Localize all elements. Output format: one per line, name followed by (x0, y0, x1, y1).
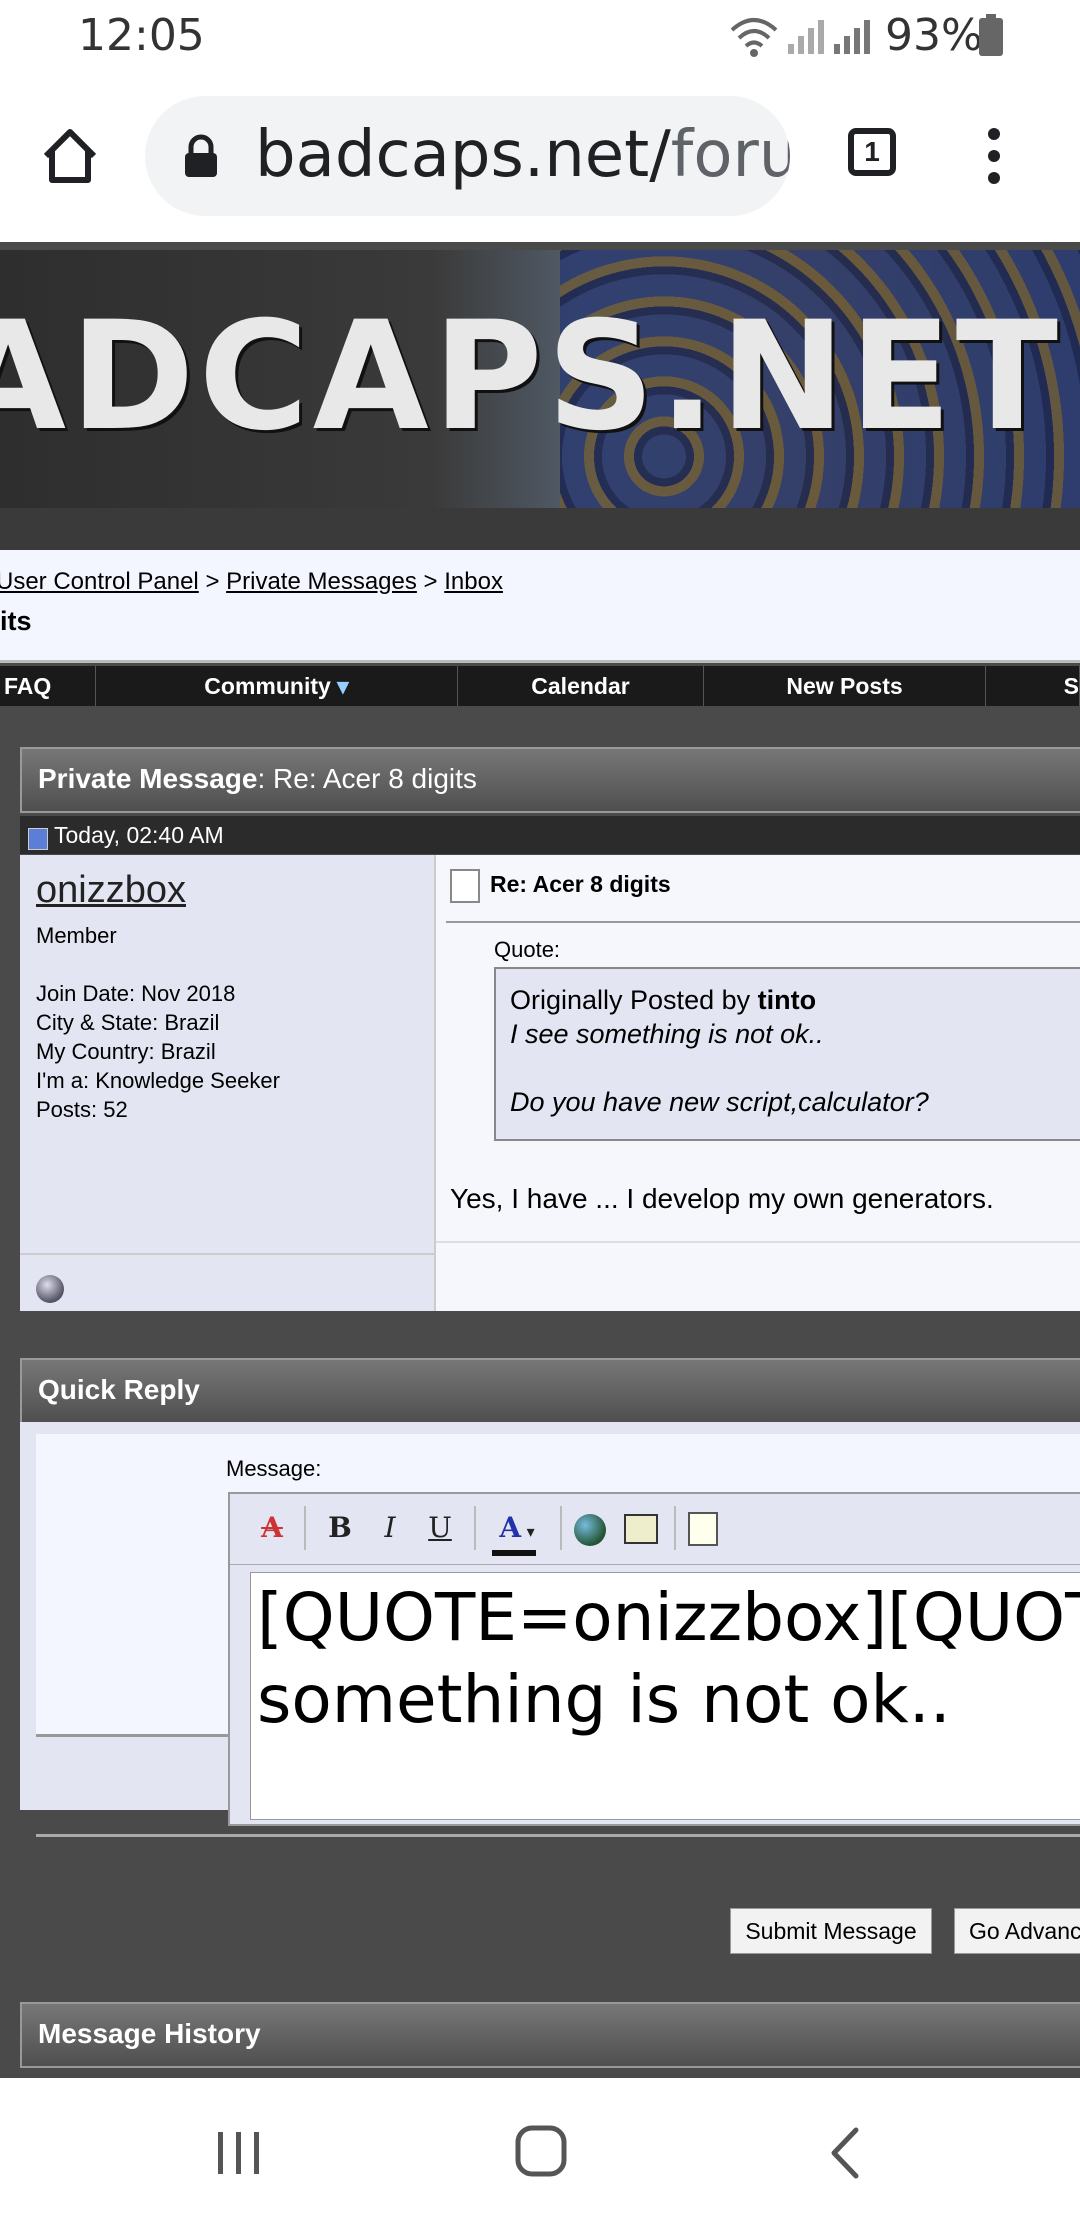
quote-attribution: Originally Posted by tinto (510, 985, 817, 1015)
divider (446, 921, 1080, 923)
breadcrumb-user-control-panel[interactable]: User Control Panel (0, 568, 199, 595)
status-time: 12:05 (78, 10, 205, 61)
bold-icon[interactable]: B (320, 1508, 360, 1548)
pm-date: Today, 02:40 AM (54, 822, 224, 848)
url-bar[interactable]: badcaps.net/forum (145, 96, 790, 216)
editor-toolbar: A B I U A ▾ (230, 1494, 1080, 1565)
divider (36, 1834, 1080, 1837)
site-banner[interactable]: ADCAPS.NET (0, 250, 1080, 508)
divider (436, 1241, 1080, 1243)
message-label: Message: (226, 1456, 322, 1481)
system-nav-bar (0, 2078, 1080, 2220)
home-nav-icon[interactable] (514, 2124, 568, 2178)
post-icon (28, 828, 48, 850)
breadcrumb-area: User Control Panel > Private Messages > … (0, 550, 1080, 663)
breadcrumb-private-messages[interactable]: Private Messages (226, 568, 417, 595)
nav-menu: FAQ Community ▾ Calendar New Posts S (0, 666, 1080, 706)
message-editor: A B I U A ▾ [QUOTE=onizzbox][QUOTE= some… (228, 1492, 1080, 1826)
menu-community[interactable]: Community ▾ (96, 666, 458, 706)
signal-icon-2 (834, 20, 870, 54)
user-title: Member (36, 923, 117, 948)
divider (674, 1506, 676, 1550)
underline-icon[interactable]: U (420, 1508, 460, 1548)
online-status-icon (36, 1275, 64, 1303)
menu-new-posts[interactable]: New Posts (704, 666, 986, 706)
lock-icon (185, 134, 217, 177)
divider (474, 1506, 476, 1550)
wifi-icon (730, 18, 778, 57)
pm-header-label: Private Message (38, 763, 258, 794)
user-posts: Posts: 52 (36, 1097, 128, 1122)
user-country: My Country: Brazil (36, 1039, 216, 1064)
quote-author: tinto (757, 985, 817, 1015)
color-swatch (492, 1550, 536, 1556)
insert-link-icon[interactable] (574, 1514, 606, 1546)
message-text: [QUOTE=onizzbox][QUOTE= something is not… (257, 1579, 1080, 1738)
quick-reply-header: Quick Reply (20, 1358, 1080, 1424)
url-text: badcaps.net/forum (255, 118, 790, 192)
post-content-panel: Re: Acer 8 digits Quote: Originally Post… (436, 855, 1080, 1311)
message-textarea[interactable]: [QUOTE=onizzbox][QUOTE= something is not… (250, 1572, 1080, 1820)
site-logo-text: ADCAPS.NET (0, 290, 1063, 464)
pm-header: Private Message: Re: Acer 8 digits (20, 747, 1080, 813)
back-icon[interactable] (826, 2126, 862, 2180)
menu-faq[interactable]: FAQ (0, 666, 96, 706)
breadcrumb: User Control Panel > Private Messages > … (0, 568, 503, 596)
web-page: ADCAPS.NET User Control Panel > Private … (0, 242, 1080, 2078)
quote-line: I see something is not ok.. (510, 1019, 824, 1049)
insert-quote-icon[interactable] (688, 1512, 718, 1546)
divider (304, 1506, 306, 1550)
user-info-panel: onizzbox Member Join Date: Nov 2018 City… (20, 855, 436, 1311)
user-join-date: Join Date: Nov 2018 (36, 981, 236, 1006)
status-bar: 12:05 93% (0, 0, 1080, 72)
page-title: its (0, 606, 32, 636)
home-icon[interactable] (38, 124, 102, 188)
recents-icon[interactable] (214, 2128, 264, 2178)
signal-icon (788, 20, 824, 54)
tabs-icon[interactable]: 1 (848, 128, 896, 176)
chevron-down-icon: ▾ (337, 673, 349, 699)
user-role: I'm a: Knowledge Seeker (36, 1068, 280, 1093)
battery-percent: 93% (885, 10, 983, 61)
menu-calendar[interactable]: Calendar (458, 666, 704, 706)
submit-message-button[interactable]: Submit Message (730, 1908, 932, 1954)
quick-reply-title: Quick Reply (38, 1374, 200, 1405)
pm-date-row: Today, 02:40 AM (20, 816, 1080, 854)
menu-search[interactable]: S (986, 666, 1080, 706)
post-title: Re: Acer 8 digits (490, 871, 671, 897)
italic-icon[interactable]: I (370, 1508, 410, 1548)
insert-image-icon[interactable] (624, 1514, 658, 1544)
quote-line: Do you have new script,calculator? (510, 1087, 929, 1117)
message-history-header: Message History (20, 2002, 1080, 2068)
more-icon[interactable] (982, 126, 1006, 186)
battery-icon (979, 14, 1003, 56)
username-link[interactable]: onizzbox (36, 869, 186, 912)
divider (20, 1253, 434, 1255)
pm-header-subject: Re: Acer 8 digits (273, 763, 477, 794)
post-body: Yes, I have ... I develop my own generat… (450, 1183, 994, 1214)
font-color-icon[interactable]: A ▾ (482, 1508, 552, 1548)
user-city: City & State: Brazil (36, 1010, 220, 1035)
breadcrumb-inbox[interactable]: Inbox (444, 568, 503, 595)
quote-box: Originally Posted by tinto I see somethi… (494, 967, 1080, 1141)
remove-format-icon[interactable]: A (252, 1508, 292, 1548)
message-history-title: Message History (38, 2018, 261, 2049)
banner-strip (0, 508, 1080, 550)
quote-label: Quote: (494, 937, 561, 962)
divider (560, 1506, 562, 1550)
document-icon (450, 869, 480, 903)
go-advanced-button[interactable]: Go Advanced (954, 1908, 1080, 1954)
